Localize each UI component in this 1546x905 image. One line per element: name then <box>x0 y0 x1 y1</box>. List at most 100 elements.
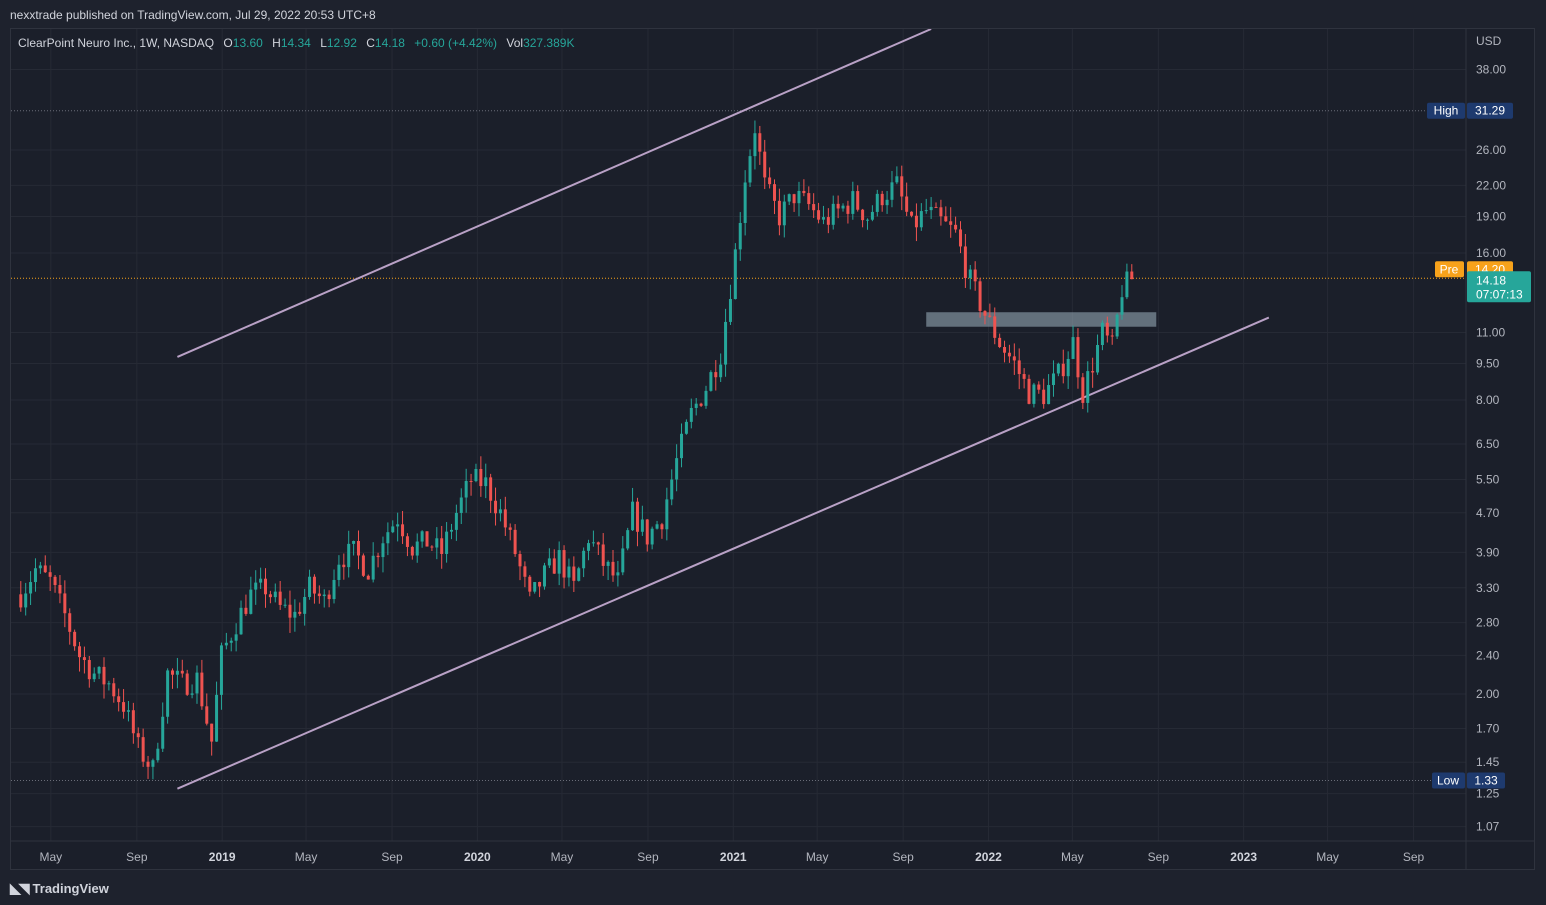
candle-body <box>518 554 522 567</box>
candle <box>724 308 728 377</box>
candle-body <box>577 568 581 581</box>
candle-body <box>773 184 777 201</box>
candle-body <box>337 564 341 580</box>
candle <box>1056 362 1060 377</box>
candle-body <box>48 572 52 577</box>
candle-body <box>73 631 77 647</box>
candle <box>1081 373 1085 410</box>
y-tick-label: 3.30 <box>1476 581 1500 595</box>
candle <box>626 527 630 551</box>
candle-body <box>699 403 703 406</box>
candle <box>58 575 62 604</box>
candle-body <box>1100 322 1104 345</box>
candle-body <box>396 524 400 527</box>
candle-body <box>817 210 821 220</box>
candle <box>371 542 375 583</box>
candle <box>484 463 488 499</box>
candle <box>689 398 693 429</box>
candle-body <box>185 673 189 695</box>
candle-body <box>391 526 395 533</box>
y-tick-label: 8.00 <box>1476 393 1500 407</box>
candle <box>670 469 674 506</box>
candle-body <box>547 558 551 566</box>
candle <box>777 188 781 236</box>
candle <box>552 549 556 574</box>
low-value: 12.92 <box>326 36 357 50</box>
candle <box>640 505 644 536</box>
candle-body <box>968 269 972 279</box>
candle <box>337 555 341 587</box>
candle <box>234 623 238 652</box>
candle-body <box>195 672 199 694</box>
candle <box>425 531 429 547</box>
upper-channel-line <box>177 29 932 358</box>
candle <box>273 583 277 603</box>
candle-body <box>1076 337 1080 378</box>
candle <box>156 742 160 763</box>
candle-body <box>826 217 830 225</box>
candle-body <box>308 576 312 597</box>
candle-body <box>283 604 287 606</box>
candle <box>758 125 762 165</box>
candle <box>582 547 586 578</box>
candle <box>361 553 365 577</box>
candle <box>420 530 424 548</box>
candle-body <box>1003 347 1007 353</box>
candle-body <box>885 199 889 206</box>
candle-body <box>880 193 884 206</box>
x-tick-label: May <box>551 850 574 864</box>
candle-body <box>249 589 253 614</box>
candle-body <box>753 133 757 157</box>
candle-body <box>303 596 307 614</box>
candle-body <box>474 468 478 482</box>
y-tick-label: 26.00 <box>1476 143 1506 157</box>
candle-body <box>449 529 453 532</box>
candle <box>171 668 175 689</box>
candle-body <box>562 550 566 578</box>
candle-body <box>856 191 860 210</box>
candle-body <box>675 458 679 480</box>
candle-body <box>978 281 982 311</box>
lower-channel-line <box>177 316 1270 790</box>
candle-body <box>78 646 82 658</box>
candle <box>469 473 473 496</box>
candle <box>347 530 351 578</box>
y-tick-label: 3.90 <box>1476 545 1500 559</box>
candle <box>161 702 165 753</box>
candle-body <box>836 203 840 209</box>
candle <box>1110 328 1114 345</box>
candle <box>611 550 615 582</box>
price-chart[interactable]: USD 38.00 26.00 22.00 19.00 16.00 11.00 9.50 8.0… <box>0 0 1546 905</box>
candle-body <box>523 566 527 577</box>
candle-body <box>846 205 850 214</box>
candle-body <box>841 205 845 209</box>
candle-body <box>572 566 576 581</box>
candle <box>719 353 723 383</box>
candle-body <box>768 177 772 185</box>
high-value-label: 31.29 <box>1475 104 1505 118</box>
x-tick-label: 2022 <box>975 850 1002 864</box>
candle-body <box>1125 271 1129 298</box>
candle-body <box>1061 363 1065 377</box>
candle-body <box>1120 297 1124 315</box>
candle-body <box>254 582 258 590</box>
candle-body <box>171 670 175 675</box>
candle-body <box>591 542 595 544</box>
x-tick-label: May <box>1316 850 1339 864</box>
candle-body <box>616 572 620 576</box>
candle <box>885 190 889 214</box>
y-tick-label: 1.70 <box>1476 721 1500 735</box>
candle-body <box>317 593 321 597</box>
candle <box>870 205 874 222</box>
candle-body <box>410 546 414 556</box>
candle <box>728 284 732 326</box>
symbol-name[interactable]: ClearPoint Neuro Inc., 1W, NASDAQ <box>18 36 214 50</box>
candle-body <box>895 176 899 183</box>
candle-body <box>689 407 693 422</box>
candle <box>743 170 747 236</box>
candle <box>449 523 453 540</box>
candle-body <box>709 372 713 391</box>
close-value: 14.18 <box>374 36 405 50</box>
candle <box>523 561 527 588</box>
candle-body <box>97 666 101 674</box>
